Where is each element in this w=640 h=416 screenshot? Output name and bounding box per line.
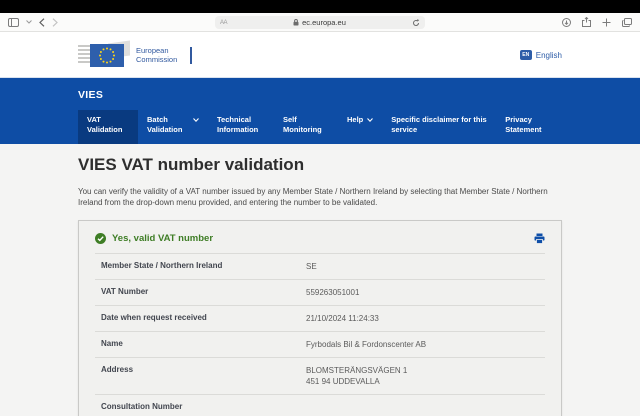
table-row: Name Fyrbodals Bil & Fordonscenter AB	[95, 331, 545, 357]
valid-check-icon	[95, 233, 106, 244]
nav-item[interactable]: Specific disclaimer for this service	[382, 110, 496, 144]
eu-flag-icon	[78, 42, 130, 68]
forward-icon[interactable]	[52, 18, 58, 27]
new-tab-icon[interactable]	[602, 18, 611, 27]
nav-item-label: Technical Information	[217, 115, 265, 135]
language-badge: EN	[520, 50, 532, 60]
nav-item[interactable]: Privacy Statement	[496, 110, 558, 144]
row-label: Address	[101, 365, 306, 387]
row-label: VAT Number	[101, 287, 306, 298]
table-row: Date when request received 21/10/2024 11…	[95, 305, 545, 331]
tabs-icon[interactable]	[622, 18, 632, 27]
reload-icon[interactable]	[412, 19, 420, 27]
row-value: 559263051001	[306, 287, 359, 298]
status-message: Yes, valid VAT number	[112, 233, 528, 244]
table-row: Address BLOMSTERÄNGSVÄGEN 1 451 94 UDDEV…	[95, 357, 545, 394]
language-selector[interactable]: EN English	[520, 50, 562, 60]
downloads-icon[interactable]	[562, 18, 571, 27]
table-row: Member State / Northern Ireland SE	[95, 253, 545, 279]
browser-toolbar: AA ec.europa.eu	[0, 13, 640, 32]
table-row: VAT Number 559263051001	[95, 279, 545, 305]
print-button[interactable]	[534, 233, 545, 244]
row-label: Member State / Northern Ireland	[101, 261, 306, 272]
nav-item[interactable]: Technical Information	[208, 110, 274, 144]
page-title: VIES VAT number validation	[78, 155, 562, 175]
nav-item[interactable]: VAT Validation	[78, 110, 138, 144]
nav-item-label: Specific disclaimer for this service	[391, 115, 487, 135]
nav-item[interactable]: Help	[338, 110, 382, 144]
row-label: Date when request received	[101, 313, 306, 324]
validation-result-card: Yes, valid VAT number Member State / Nor…	[78, 220, 562, 416]
site-banner: VIES VAT Validation Batch Validation Tec…	[0, 78, 640, 144]
back-icon[interactable]	[39, 18, 45, 27]
chevron-down-icon[interactable]	[26, 20, 32, 24]
european-commission-logo[interactable]: European Commission	[78, 42, 192, 68]
ec-header: European Commission EN English	[0, 32, 640, 78]
result-table: Member State / Northern Ireland SE VAT N…	[95, 253, 545, 416]
row-value: BLOMSTERÄNGSVÄGEN 1 451 94 UDDEVALLA	[306, 365, 407, 387]
main-nav: VAT Validation Batch Validation Technica…	[78, 110, 562, 144]
nav-item-label: Self Monitoring	[283, 115, 329, 135]
nav-item[interactable]: Batch Validation	[138, 110, 208, 144]
logo-divider	[190, 47, 192, 64]
row-value: SE	[306, 261, 317, 272]
page-content: VIES VAT number validation You can verif…	[78, 144, 562, 416]
address-bar[interactable]: AA ec.europa.eu	[215, 16, 425, 29]
row-label: Consultation Number	[101, 402, 306, 411]
chevron-down-icon	[193, 118, 199, 122]
printer-icon	[534, 233, 545, 244]
ec-logo-text: European Commission	[136, 46, 177, 64]
nav-item[interactable]: Self Monitoring	[274, 110, 338, 144]
url-text: ec.europa.eu	[302, 18, 346, 27]
reader-icon[interactable]: AA	[220, 20, 227, 26]
screen-top-bar	[0, 0, 640, 13]
share-icon[interactable]	[582, 17, 591, 27]
table-row: Consultation Number	[95, 394, 545, 416]
language-label: English	[536, 51, 562, 60]
chevron-down-icon	[367, 118, 373, 122]
nav-item-label: Batch Validation	[147, 115, 189, 135]
site-title: VIES	[78, 78, 562, 110]
browser-window: AA ec.europa.eu	[0, 0, 640, 416]
row-label: Name	[101, 339, 306, 350]
nav-item-label: VAT Validation	[87, 115, 129, 135]
row-value: 21/10/2024 11:24:33	[306, 313, 379, 324]
sidebar-icon[interactable]	[8, 18, 19, 27]
lock-icon	[293, 19, 299, 26]
row-value: Fyrbodals Bil & Fordonscenter AB	[306, 339, 426, 350]
page-description: You can verify the validity of a VAT num…	[78, 186, 562, 208]
nav-item-label: Privacy Statement	[505, 115, 549, 135]
nav-item-label: Help	[347, 115, 363, 125]
